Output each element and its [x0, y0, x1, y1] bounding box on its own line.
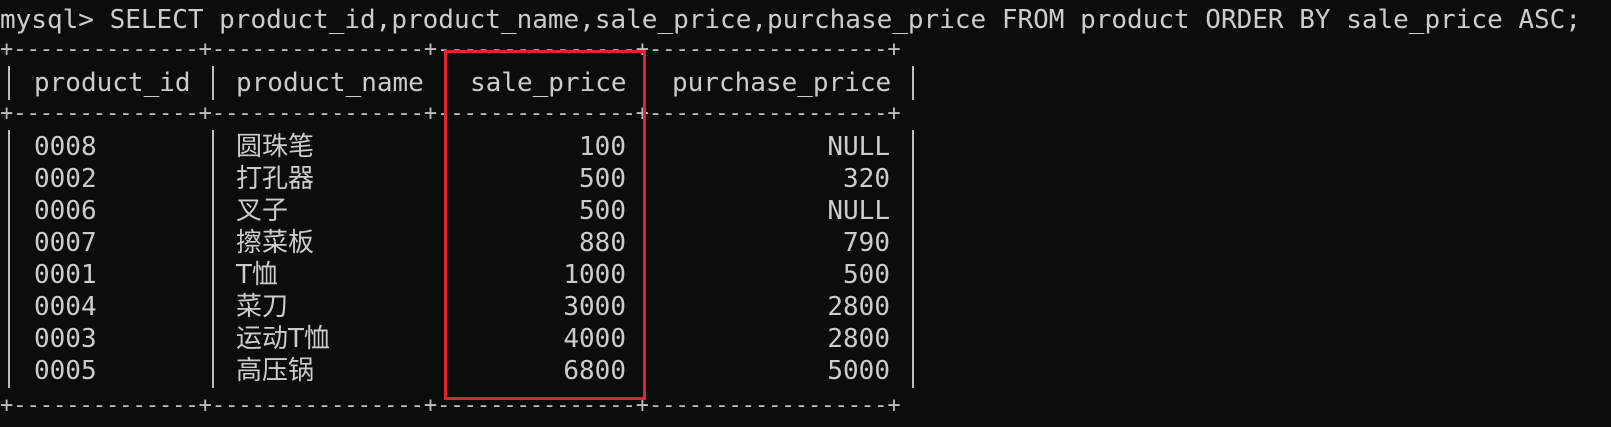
cell-product-name: 菜刀 [236, 292, 289, 322]
terminal-window: mysql> SELECT product_id,product_name,sa… [0, 0, 1611, 427]
column-header-purchase-price: purchase_price [672, 68, 892, 98]
cell-purchase-price: 5000 [827, 356, 890, 386]
cell-product-name: 运动T恤 [236, 324, 330, 354]
cell-purchase-price: 320 [843, 164, 890, 194]
cell-product-name: 高压锅 [236, 356, 315, 386]
cell-purchase-price: 500 [843, 260, 890, 290]
cell-product-name: 叉子 [236, 196, 289, 226]
table-separator [8, 130, 10, 388]
cell-product-id: 0006 [34, 196, 97, 226]
cell-product-id: 0008 [34, 132, 97, 162]
table-separator [912, 66, 914, 100]
cell-product-id: 0003 [34, 324, 97, 354]
column-header-product-id: product_id [34, 68, 191, 98]
sql-command: SELECT product_id,product_name,sale_pric… [109, 5, 1581, 35]
table-separator [212, 66, 214, 100]
cell-product-name: 打孔器 [236, 164, 315, 194]
cell-product-id: 0005 [34, 356, 97, 386]
table-separator [212, 130, 214, 388]
cell-purchase-price: 790 [843, 228, 890, 258]
table-separator [8, 66, 10, 100]
cell-purchase-price: 2800 [827, 324, 890, 354]
cell-purchase-price: NULL [827, 196, 890, 226]
cell-product-name: 圆珠笔 [236, 132, 315, 162]
cell-product-id: 0004 [34, 292, 97, 322]
table-separator [912, 130, 914, 388]
cell-product-id: 0007 [34, 228, 97, 258]
command-line: mysql> SELECT product_id,product_name,sa… [0, 4, 1581, 36]
cell-product-name: T恤 [236, 260, 278, 290]
cell-product-name: 擦菜板 [236, 228, 315, 258]
column-header-product-name: product_name [236, 68, 424, 98]
sale-price-highlight-box [444, 50, 646, 400]
cell-purchase-price: 2800 [827, 292, 890, 322]
cell-purchase-price: NULL [827, 132, 890, 162]
cell-product-id: 0002 [34, 164, 97, 194]
prompt: mysql> [0, 5, 110, 35]
cell-product-id: 0001 [34, 260, 97, 290]
